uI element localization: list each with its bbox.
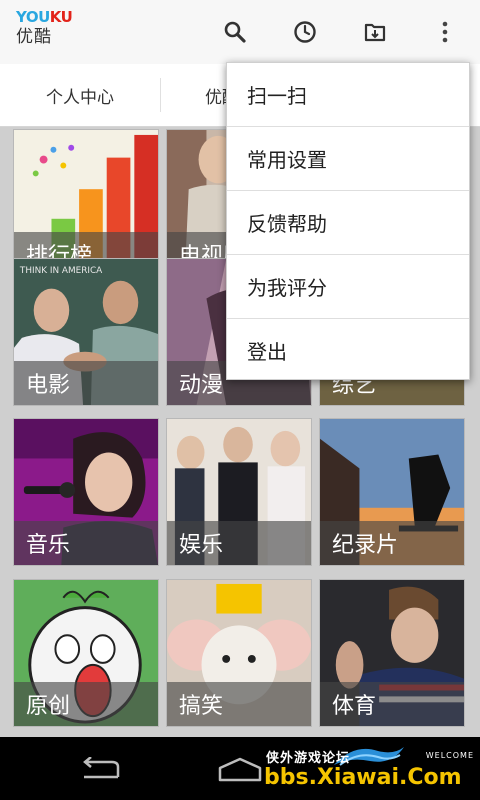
logo-wordmark-you: YOU: [16, 8, 50, 26]
tab-label: 个人中心: [46, 87, 114, 108]
tab-personal-center[interactable]: 个人中心: [0, 64, 160, 126]
overflow-menu-icon[interactable]: [429, 16, 461, 48]
menu-item-feedback-help[interactable]: 反馈帮助: [227, 191, 469, 254]
tile-caption: 搞笑: [167, 682, 311, 726]
tile-caption: 娱乐: [167, 521, 311, 565]
logo-wordmark: YOUKU: [16, 8, 73, 26]
tile-documentary[interactable]: 纪录片: [319, 418, 465, 566]
tile-caption: 体育: [320, 682, 464, 726]
watermark: 侠外游戏论坛 WELCOME bbs.Xiawai.Com: [264, 743, 476, 797]
tile-movies[interactable]: THINK IN AMERICA 电影: [13, 258, 159, 406]
download-icon[interactable]: [359, 16, 391, 48]
menu-item-label: 反馈帮助: [247, 212, 327, 236]
history-icon[interactable]: [289, 16, 321, 48]
search-icon[interactable]: [219, 16, 251, 48]
menu-item-logout[interactable]: 登出: [227, 319, 469, 382]
menu-item-label: 扫一扫: [247, 84, 307, 108]
home-icon[interactable]: [210, 751, 270, 787]
tile-original[interactable]: 原创: [13, 579, 159, 727]
tile-rankings[interactable]: 排行榜: [13, 129, 159, 277]
tile-sports[interactable]: 体育: [319, 579, 465, 727]
menu-item-rate-app[interactable]: 为我评分: [227, 255, 469, 318]
tile-entertainment[interactable]: 娱乐: [166, 418, 312, 566]
tile-caption: 电影: [14, 361, 158, 405]
menu-item-label: 登出: [247, 340, 287, 364]
logo-wordmark-ku: KU: [49, 8, 73, 26]
menu-item-label: 常用设置: [247, 148, 327, 172]
tile-funny[interactable]: 搞笑: [166, 579, 312, 727]
menu-item-label: 为我评分: [247, 276, 327, 300]
tile-caption: 纪录片: [320, 521, 464, 565]
menu-item-settings[interactable]: 常用设置: [227, 127, 469, 190]
watermark-forum-name: 侠外游戏论坛: [266, 751, 351, 766]
youku-logo[interactable]: YOUKU 优酷: [16, 8, 73, 48]
system-nav-bar: 侠外游戏论坛 WELCOME bbs.Xiawai.Com: [0, 737, 480, 800]
tile-caption: 原创: [14, 682, 158, 726]
tile-music[interactable]: 音乐: [13, 418, 159, 566]
back-icon[interactable]: [70, 751, 130, 787]
tile-caption: 音乐: [14, 521, 158, 565]
menu-item-scan[interactable]: 扫一扫: [227, 63, 469, 126]
watermark-site: bbs.Xiawai.Com: [264, 765, 462, 790]
watermark-welcome: WELCOME: [425, 751, 474, 760]
overflow-menu: 扫一扫 常用设置 反馈帮助 为我评分 登出: [226, 62, 470, 380]
logo-chinese: 优酷: [16, 27, 52, 47]
action-bar: YOUKU 优酷: [0, 0, 480, 65]
svg-text:THINK IN AMERICA: THINK IN AMERICA: [19, 266, 102, 276]
